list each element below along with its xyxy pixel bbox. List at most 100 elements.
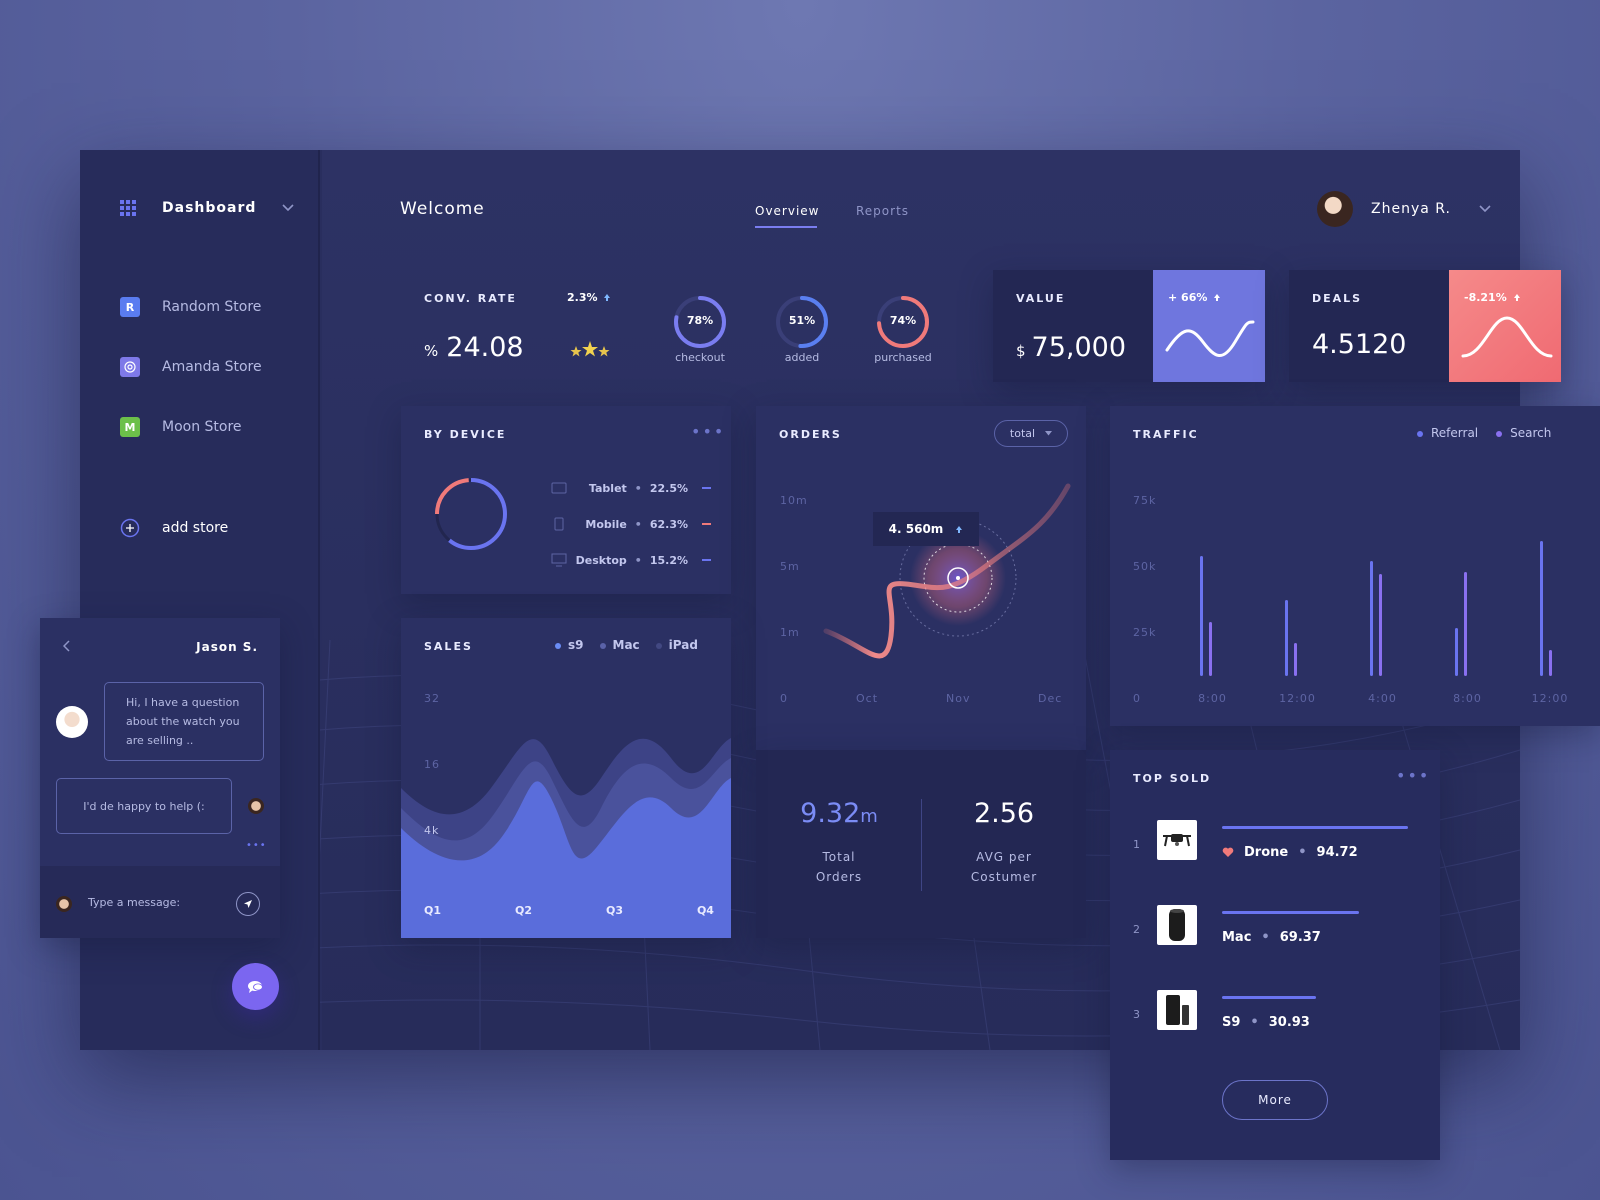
device-row-desktop: Desktop • 15.2%	[551, 542, 711, 578]
y-tick: 75k	[1133, 494, 1157, 507]
search-bar	[1379, 573, 1382, 676]
deals-trend-tile: -8.21%	[1449, 270, 1561, 382]
legend-label: s9	[568, 638, 584, 652]
more-options-icon[interactable]: •••	[1396, 768, 1430, 784]
wave-sparkline	[1165, 320, 1255, 357]
tab-overview[interactable]: Overview	[755, 204, 820, 218]
more-button[interactable]: More	[1222, 1080, 1328, 1120]
search-bar	[1464, 571, 1467, 676]
sales-x-axis: Q1 Q2 Q3 Q4	[424, 904, 714, 917]
value-trend-tile: + 66%	[1153, 270, 1265, 382]
separator-dot: •	[634, 517, 642, 531]
separator-dot: •	[1261, 930, 1270, 945]
legend-swatch	[702, 559, 711, 561]
orders-card: ORDERS total 10m 5m 1m 0 Oct Nov Dec 4. …	[756, 406, 1086, 750]
checkout-ring: 78% checkout	[671, 293, 729, 364]
message-input[interactable]: Type a message:	[88, 896, 180, 909]
chat-input-bar: Type a message:	[40, 866, 280, 938]
traffic-title: TRAFFIC	[1133, 428, 1199, 441]
tab-reports[interactable]: Reports	[856, 204, 909, 218]
arrow-up-icon	[1214, 294, 1221, 301]
purchased-ring: 74% purchased	[874, 293, 932, 364]
referral-bar	[1455, 628, 1458, 676]
user-menu[interactable]: Zhenya R.	[1317, 191, 1491, 227]
traffic-x-axis: 8:00 12:00 4:00 8:00 12:00	[1170, 692, 1590, 705]
separator-dot: •	[634, 481, 642, 495]
chat-fab-button[interactable]	[232, 963, 279, 1010]
add-store-label: add store	[162, 520, 229, 536]
list-item[interactable]: 3 S9 • 30.93	[1110, 990, 1440, 1070]
device-name: Tablet	[588, 481, 627, 495]
legend-label: Mac	[612, 638, 640, 652]
value-amount-row: $ 75,000	[1016, 332, 1126, 363]
store-m-icon: M	[120, 417, 140, 437]
legend-mac: Mac	[599, 638, 640, 652]
list-item[interactable]: 2 Mac • 69.37	[1110, 905, 1440, 985]
deals-change: -8.21%	[1464, 291, 1507, 304]
stars-icon	[570, 341, 610, 357]
conv-change-badge: 2.3%	[567, 291, 611, 304]
deals-label: DEALS	[1312, 292, 1363, 305]
orders-filter-select[interactable]: total	[994, 420, 1068, 447]
rank: 2	[1133, 923, 1141, 936]
search-bar	[1549, 649, 1552, 676]
sidebar-item-amanda-store[interactable]: Amanda Store	[120, 357, 262, 377]
product-line: Drone • 94.72	[1222, 845, 1358, 860]
filter-value: total	[1009, 427, 1036, 440]
y-tick: 25k	[1133, 626, 1157, 639]
referral-bar	[1285, 599, 1288, 676]
x-tick: 12:00	[1279, 692, 1316, 705]
conv-rate-value: 24.08	[446, 332, 524, 363]
sidebar-item-moon-store[interactable]: M Moon Store	[120, 417, 242, 437]
value-change: + 66%	[1168, 291, 1208, 304]
total-orders-label: Total	[822, 850, 856, 864]
bell-sparkline	[1461, 316, 1553, 358]
x-tick: Q1	[424, 904, 442, 917]
ring-label: checkout	[675, 351, 725, 364]
send-icon	[244, 900, 252, 908]
add-circle-icon	[120, 518, 140, 538]
device-name: Desktop	[575, 553, 627, 567]
conv-rate-label: CONV. RATE	[424, 292, 517, 305]
tablet-icon	[551, 482, 567, 494]
chevron-down-icon	[1479, 205, 1491, 213]
device-name: Mobile	[585, 517, 627, 531]
deals-amount: 4.5120	[1312, 329, 1407, 360]
traffic-bars	[1180, 502, 1580, 676]
sidebar-item-label: Amanda Store	[162, 359, 262, 375]
x-tick: Q2	[514, 904, 532, 917]
orders-line-chart	[823, 483, 1071, 659]
avg-value: 2.56	[973, 798, 1035, 829]
search-bar	[1209, 621, 1212, 676]
avg-label: AVG per	[976, 850, 1032, 864]
more-options-icon[interactable]: •••	[691, 424, 725, 440]
sidebar-item-random-store[interactable]: R Random Store	[120, 297, 261, 317]
sales-title: SALES	[424, 640, 473, 653]
arrow-up-icon	[603, 294, 610, 301]
separator-dot: •	[634, 553, 642, 567]
x-tick: Q3	[605, 904, 623, 917]
back-arrow-icon[interactable]	[63, 640, 71, 652]
legend-dot	[555, 643, 561, 649]
send-button[interactable]	[236, 892, 260, 916]
product-value: 94.72	[1316, 845, 1358, 860]
device-donut	[435, 478, 507, 550]
ring-percent: 74%	[889, 314, 917, 327]
dashboard-menu[interactable]: Dashboard	[120, 200, 294, 216]
device-percent: 22.5%	[649, 481, 688, 495]
top-sold-title: TOP SOLD	[1133, 772, 1212, 785]
legend-label: Referral	[1431, 426, 1479, 440]
orders-summary-card: 9.32m Total Orders 2.56 AVG per Costumer	[756, 750, 1086, 938]
drone-thumbnail	[1157, 820, 1197, 860]
ring-percent: 78%	[686, 314, 714, 327]
add-store-button[interactable]: add store	[120, 518, 228, 538]
arrow-up-icon	[1513, 294, 1520, 301]
x-tick: 12:00	[1531, 692, 1569, 705]
total-orders-value: 9.32	[800, 798, 861, 829]
list-item[interactable]: 1 Drone • 94.72	[1110, 820, 1440, 900]
focus-point-center	[956, 576, 960, 580]
legend-referral: Referral	[1417, 426, 1478, 440]
sidebar-item-label: Moon Store	[162, 419, 242, 435]
device-row-tablet: Tablet • 22.5%	[551, 470, 711, 506]
total-orders-caption: Total Orders	[756, 847, 922, 887]
